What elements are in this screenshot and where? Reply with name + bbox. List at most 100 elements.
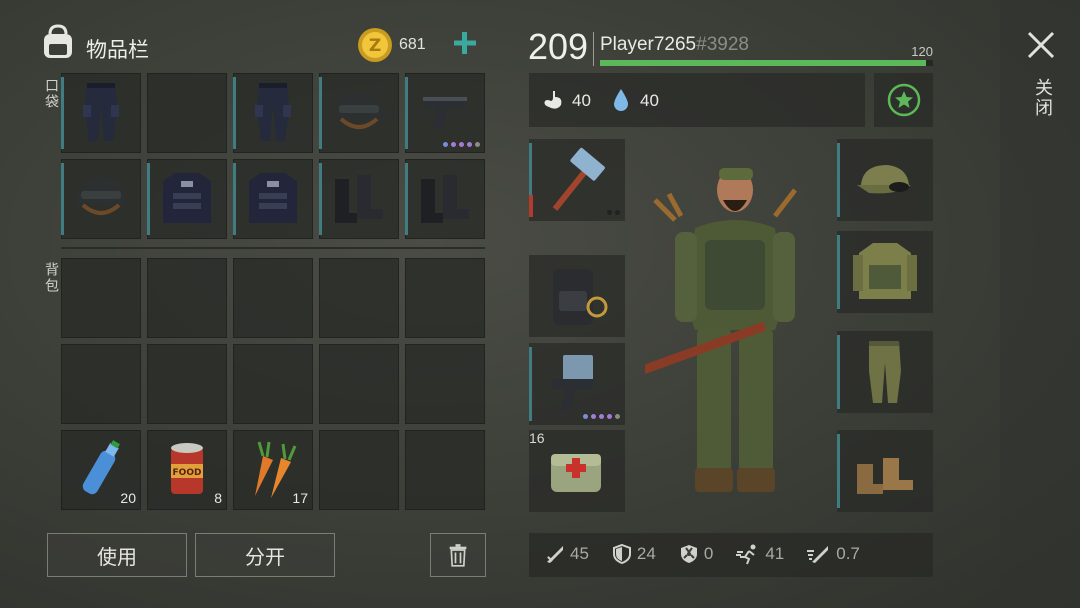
medkit-slot[interactable]: 16 [529, 430, 625, 512]
running-icon [736, 544, 756, 565]
riot-helmet-icon [335, 91, 383, 129]
shield-icon [612, 543, 631, 565]
hunger-value: 40 [572, 91, 591, 110]
backpack-equip-slot[interactable] [529, 255, 625, 337]
thirst-value: 40 [640, 91, 659, 110]
pocket-slot-4[interactable] [319, 73, 399, 153]
tactical-backpack-icon [553, 269, 608, 325]
combat-boots-icon [421, 175, 469, 223]
item-count: 20 [120, 490, 136, 506]
feet-slot[interactable] [837, 430, 933, 512]
riot-helmet-icon [77, 177, 125, 215]
durability-bar [529, 195, 533, 217]
backpack-slot-13[interactable]: 17 [233, 430, 313, 510]
xp-bar [600, 60, 933, 66]
boots-icon [857, 458, 913, 494]
backpack-slot-15[interactable] [405, 430, 485, 510]
backpack-slot-1[interactable] [61, 258, 141, 338]
stats-row: 45 24 0 41 0.7 [544, 543, 860, 565]
secondary-weapon-slot[interactable] [529, 343, 625, 425]
radiation-stat: 0 [678, 543, 713, 565]
attack-speed-icon [807, 546, 829, 563]
body-slot[interactable] [837, 231, 933, 313]
military-cap-icon [857, 165, 911, 194]
backpack-slot-2[interactable] [147, 258, 227, 338]
backpack-slot-9[interactable] [319, 344, 399, 424]
svg-text:Z: Z [369, 36, 381, 56]
attack-speed-stat: 0.7 [806, 543, 860, 565]
pocket-slot-10[interactable] [405, 159, 485, 239]
sword-icon [547, 546, 563, 563]
player-name: Player7265 [600, 34, 697, 55]
xp-bar-fill [600, 60, 927, 66]
speed-stat: 41 [735, 543, 784, 565]
close-button[interactable] [1024, 28, 1058, 62]
plus-icon [454, 32, 476, 54]
backpack-icon [38, 22, 78, 62]
item-count: 8 [214, 490, 222, 506]
backpack-slot-7[interactable] [147, 344, 227, 424]
item-count: 17 [292, 490, 308, 506]
backpack-label: 背包 [44, 262, 60, 294]
svg-text:FOOD: FOOD [173, 468, 202, 478]
player-name-row: Player7265#3928 [600, 34, 749, 56]
player-level: 209 [528, 26, 589, 67]
player-id: #3928 [696, 34, 749, 55]
backpack-slot-14[interactable] [319, 430, 399, 510]
pocket-slot-6[interactable] [61, 159, 141, 239]
head-slot[interactable] [837, 139, 933, 221]
use-button[interactable]: 使用 [47, 533, 187, 577]
inventory-title: 物品栏 [86, 39, 149, 62]
pocket-slot-3[interactable] [233, 73, 313, 153]
backpack-slot-4[interactable] [319, 258, 399, 338]
pockets-label: 口袋 [44, 78, 60, 110]
pistol-icon [423, 97, 467, 129]
backpack-slot-5[interactable] [405, 258, 485, 338]
backpack-slot-6[interactable] [61, 344, 141, 424]
water-drop-icon [612, 88, 630, 112]
pocket-slot-8[interactable] [233, 159, 313, 239]
star-icon [887, 83, 921, 117]
close-label[interactable]: 关闭 [1030, 78, 1056, 118]
coin-count: 681 [399, 36, 426, 53]
pocket-slot-1[interactable] [61, 73, 141, 153]
section-divider [61, 247, 485, 249]
backpack-slot-11[interactable]: 20 [61, 430, 141, 510]
pocket-slot-7[interactable] [147, 159, 227, 239]
police-vest-icon [163, 173, 211, 223]
combat-boots-icon [335, 175, 383, 223]
legs-slot[interactable] [837, 331, 933, 413]
coin-icon: Z [356, 26, 394, 64]
stomach-icon [541, 89, 565, 111]
close-icon [1027, 31, 1055, 59]
attack-stat: 45 [544, 543, 589, 565]
backpack-slot-10[interactable] [405, 344, 485, 424]
camo-pants-icon [869, 341, 901, 403]
xp-max: 120 [911, 44, 933, 59]
delete-button[interactable] [430, 533, 486, 577]
armor-stat: 24 [611, 543, 656, 565]
police-vest-icon [249, 173, 297, 223]
level-separator [593, 32, 594, 66]
split-button[interactable]: 分开 [195, 533, 335, 577]
medkit-icon [551, 454, 601, 492]
sledgehammer-icon [552, 147, 605, 211]
weapon-slot[interactable] [529, 139, 625, 221]
backpack-slot-12[interactable]: FOOD 8 [147, 430, 227, 510]
player-character [613, 150, 815, 510]
quality-dots [607, 210, 620, 215]
police-pants-icon [255, 83, 291, 141]
pocket-slot-2[interactable] [147, 73, 227, 153]
trash-icon [449, 544, 467, 567]
camo-vest-icon [853, 243, 917, 299]
canned-food-icon: FOOD [171, 443, 203, 494]
police-pants-icon [83, 83, 119, 141]
quality-dots [583, 414, 620, 419]
pocket-slot-9[interactable] [319, 159, 399, 239]
favorite-button[interactable] [874, 73, 933, 127]
add-coins-button[interactable] [450, 28, 480, 60]
backpack-slot-3[interactable] [233, 258, 313, 338]
backpack-slot-8[interactable] [233, 344, 313, 424]
quality-dots [443, 142, 480, 147]
pocket-slot-5[interactable] [405, 73, 485, 153]
